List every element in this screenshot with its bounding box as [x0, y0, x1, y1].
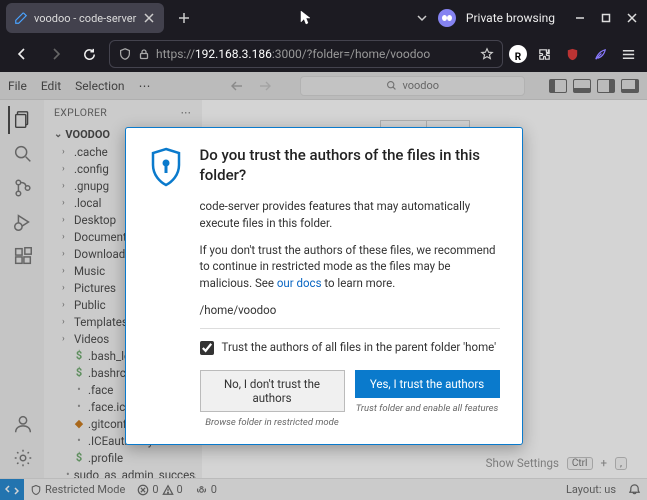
extensions-icon[interactable]: [533, 43, 555, 66]
trust-button[interactable]: Yes, I trust the authors: [355, 370, 500, 398]
reload-button[interactable]: [76, 43, 103, 66]
shield-icon[interactable]: [118, 47, 132, 61]
feather-icon[interactable]: [589, 43, 611, 66]
window-minimize-button[interactable]: [571, 11, 589, 25]
hamburger-menu-icon[interactable]: [617, 43, 639, 66]
address-bar[interactable]: https://192.168.3.186:3000/?folder=/home…: [109, 40, 503, 68]
trust-dialog: Do you trust the authors of the files in…: [125, 127, 523, 444]
tab-title: voodoo - code-server: [34, 12, 136, 25]
trust-parent-checkbox[interactable]: Trust the authors of all files in the pa…: [200, 339, 500, 356]
trust-hint: Trust folder and enable all features: [356, 402, 499, 416]
dialog-text-2: If you don't trust the authors of these …: [200, 242, 500, 292]
private-browsing-label: Private browsing: [466, 11, 555, 25]
trust-parent-checkbox-input[interactable]: [200, 341, 214, 355]
code-server-app: File Edit Selection ⋯ voodoo: [0, 72, 647, 500]
trust-shield-icon: [148, 146, 184, 186]
browser-tab[interactable]: voodoo - code-server: [6, 3, 164, 33]
tab-favicon: [14, 11, 28, 25]
cursor-indicator: [204, 10, 408, 26]
tabs-dropdown-icon[interactable]: [416, 14, 428, 22]
ublock-icon[interactable]: [561, 43, 583, 66]
window-close-button[interactable]: [623, 11, 641, 25]
dialog-path: /home/voodoo: [200, 302, 500, 319]
dialog-text-1: code-server provides features that may a…: [200, 198, 500, 231]
url-text: https://192.168.3.186:3000/?folder=/home…: [156, 47, 474, 61]
tab-close-button[interactable]: [142, 11, 156, 25]
dialog-title: Do you trust the authors of the files in…: [200, 146, 500, 185]
new-tab-button[interactable]: [172, 8, 196, 28]
back-button[interactable]: [8, 42, 36, 66]
docs-link[interactable]: our docs: [277, 276, 322, 290]
browser-toolbar: https://192.168.3.186:3000/?folder=/home…: [0, 36, 647, 72]
browser-tab-strip: voodoo - code-server Private browsing: [0, 0, 647, 36]
private-browsing-icon: [438, 9, 456, 27]
modal-overlay: Do you trust the authors of the files in…: [0, 72, 647, 500]
bookmark-star-icon[interactable]: [480, 47, 494, 61]
window-maximize-button[interactable]: [597, 11, 615, 25]
lock-icon[interactable]: [138, 48, 150, 60]
dont-trust-hint: Browse folder in restricted mode: [205, 416, 339, 430]
forward-button[interactable]: [42, 42, 70, 66]
dont-trust-button[interactable]: No, I don't trust the authors: [200, 370, 345, 412]
account-icon[interactable]: R: [509, 45, 527, 63]
